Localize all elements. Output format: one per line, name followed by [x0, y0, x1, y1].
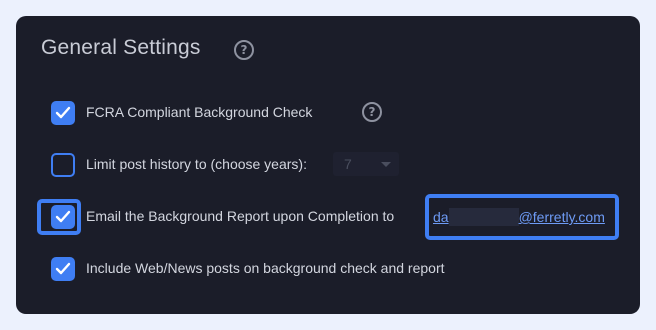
years-select[interactable]: 7: [333, 152, 399, 176]
checkbox-highlight: [37, 199, 81, 235]
email-prefix: da: [433, 209, 449, 225]
checkmark-icon: [55, 106, 71, 119]
email-redaction: [448, 208, 519, 226]
fcra-label: FCRA Compliant Background Check: [86, 104, 313, 120]
email-report-label: Email the Background Report upon Complet…: [86, 208, 395, 224]
include-web-news-checkbox[interactable]: [51, 257, 75, 281]
include-web-news-label: Include Web/News posts on background che…: [86, 260, 445, 276]
years-select-value: 7: [344, 156, 352, 172]
general-settings-panel: General Settings ? FCRA Compliant Backgr…: [16, 16, 640, 314]
fcra-checkbox[interactable]: [51, 101, 75, 125]
caret-down-icon: [381, 162, 391, 167]
limit-history-checkbox[interactable]: [51, 153, 75, 177]
email-domain: @ferretly.com: [518, 209, 605, 225]
checkmark-icon: [55, 262, 71, 275]
email-link[interactable]: da @ferretly.com: [433, 208, 605, 226]
section-title: General Settings: [41, 36, 201, 59]
question-circle-icon[interactable]: ?: [234, 40, 254, 60]
limit-history-label: Limit post history to (choose years):: [86, 156, 307, 172]
question-circle-icon[interactable]: ?: [362, 102, 382, 122]
